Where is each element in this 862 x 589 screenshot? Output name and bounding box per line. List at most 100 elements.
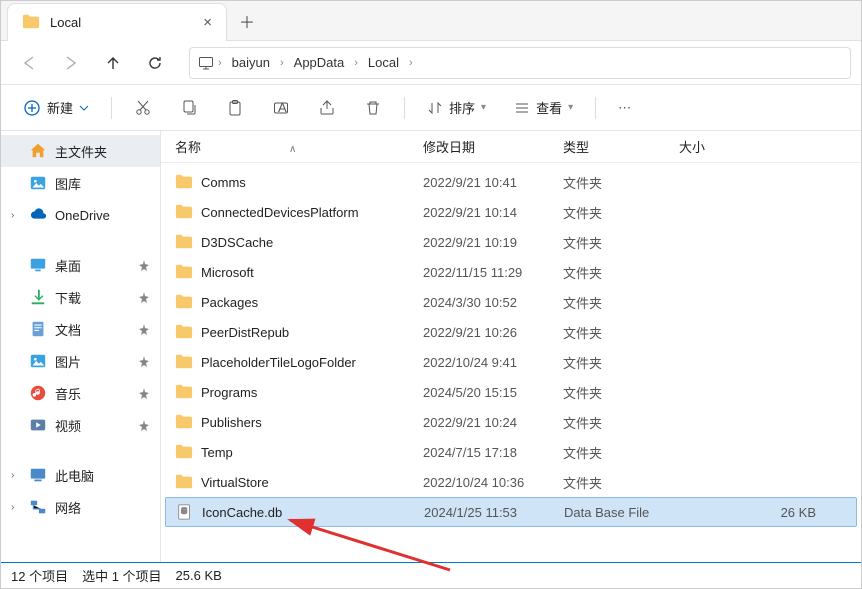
new-button[interactable]: 新建 [13, 91, 99, 125]
column-size[interactable]: 大小 [679, 137, 861, 156]
address-bar: › baiyun › AppData › Local › [1, 41, 861, 85]
breadcrumb-item[interactable]: baiyun [226, 53, 276, 72]
breadcrumb[interactable]: › baiyun › AppData › Local › [189, 47, 851, 79]
share-button[interactable] [308, 91, 346, 125]
delete-button[interactable] [354, 91, 392, 125]
file-type: 文件夹 [563, 323, 679, 342]
sidebar-item-network[interactable]: › 网络 [1, 491, 160, 523]
monitor-icon [198, 55, 214, 71]
nav-forward-button[interactable] [53, 45, 89, 81]
new-tab-button[interactable]: ＋ [227, 1, 267, 41]
folder-icon [175, 473, 193, 491]
file-type: 文件夹 [563, 473, 679, 492]
more-button[interactable]: ⋯ [608, 91, 641, 125]
sidebar-item-pinned[interactable]: 视频 [1, 409, 160, 441]
file-list[interactable]: Comms2022/9/21 10:41文件夹ConnectedDevicesP… [161, 163, 861, 562]
sidebar-item-pinned[interactable]: 下载 [1, 281, 160, 313]
sidebar-label: 图片 [55, 352, 81, 371]
folder-row[interactable]: PlaceholderTileLogoFolder 2022/10/24 9:41… [165, 347, 857, 377]
column-date[interactable]: 修改日期 [423, 137, 563, 156]
nav-refresh-button[interactable] [137, 45, 173, 81]
file-name: PlaceholderTileLogoFolder [201, 355, 356, 370]
folder-row[interactable]: Programs2024/5/20 15:15文件夹 [165, 377, 857, 407]
sidebar-item-pinned[interactable]: 桌面 [1, 249, 160, 281]
sort-button[interactable]: 排序 ▾ [417, 91, 496, 125]
folder-row[interactable]: D3DSCache2022/9/21 10:19文件夹 [165, 227, 857, 257]
sidebar-icon [29, 320, 47, 338]
pin-icon [139, 388, 150, 399]
sidebar-label: 主文件夹 [55, 142, 107, 161]
new-label: 新建 [47, 98, 73, 117]
sidebar-label: OneDrive [55, 208, 110, 223]
file-name: Temp [201, 445, 233, 460]
file-name: PeerDistRepub [201, 325, 289, 340]
nav-back-button[interactable] [11, 45, 47, 81]
breadcrumb-item[interactable]: Local [362, 53, 405, 72]
cut-button[interactable] [124, 91, 162, 125]
file-name: Microsoft [201, 265, 254, 280]
breadcrumb-item[interactable]: AppData [288, 53, 351, 72]
file-size: 26 KB [680, 505, 856, 520]
pin-icon [139, 260, 150, 271]
folder-row[interactable]: Publishers2022/9/21 10:24文件夹 [165, 407, 857, 437]
file-type: 文件夹 [563, 263, 679, 282]
folder-row[interactable]: Comms2022/9/21 10:41文件夹 [165, 167, 857, 197]
sidebar-icon [29, 256, 47, 274]
sidebar-item-gallery[interactable]: 图库 [1, 167, 160, 199]
sidebar-item-pinned[interactable]: 文档 [1, 313, 160, 345]
column-name[interactable]: 名称∧ [175, 137, 423, 156]
folder-row[interactable]: VirtualStore2022/10/24 10:36文件夹 [165, 467, 857, 497]
chevron-right-icon[interactable]: › [11, 502, 21, 513]
sidebar-icon [29, 416, 47, 434]
tab-local[interactable]: Local × [7, 3, 227, 41]
folder-icon [175, 413, 193, 431]
file-date: 2022/9/21 10:14 [423, 205, 563, 220]
folder-row[interactable]: Packages2024/3/30 10:52文件夹 [165, 287, 857, 317]
sidebar-item-onedrive[interactable]: › OneDrive [1, 199, 160, 231]
rename-button[interactable]: A [262, 91, 300, 125]
sidebar-item-pinned[interactable]: 图片 [1, 345, 160, 377]
file-type: 文件夹 [563, 203, 679, 222]
folder-icon [175, 383, 193, 401]
folder-icon [175, 323, 193, 341]
column-type[interactable]: 类型 [563, 137, 679, 156]
nav-up-button[interactable] [95, 45, 131, 81]
pin-icon [139, 420, 150, 431]
column-headers[interactable]: 名称∧ 修改日期 类型 大小 [161, 131, 861, 163]
sidebar-label: 下载 [55, 288, 81, 307]
folder-icon [175, 173, 193, 191]
sidebar-label: 文档 [55, 320, 81, 339]
status-count: 12 个项目 [11, 566, 68, 585]
file-type: 文件夹 [563, 293, 679, 312]
sidebar-item-home[interactable]: 主文件夹 [1, 135, 160, 167]
sort-label: 排序 [449, 98, 475, 117]
close-tab-icon[interactable]: × [203, 14, 212, 31]
file-date: 2022/10/24 9:41 [423, 355, 563, 370]
file-name: Packages [201, 295, 258, 310]
file-row[interactable]: IconCache.db2024/1/25 11:53Data Base Fil… [165, 497, 857, 527]
paste-button[interactable] [216, 91, 254, 125]
file-date: 2022/11/15 11:29 [423, 265, 563, 280]
sidebar-item-thispc[interactable]: › 此电脑 [1, 459, 160, 491]
folder-icon [22, 13, 40, 31]
folder-icon [175, 353, 193, 371]
chevron-right-icon: › [218, 57, 222, 69]
sidebar-icon [29, 352, 47, 370]
folder-row[interactable]: ConnectedDevicesPlatform2022/9/21 10:14文… [165, 197, 857, 227]
folder-row[interactable]: Microsoft 2022/11/15 11:29文件夹 [165, 257, 857, 287]
chevron-right-icon[interactable]: › [11, 470, 21, 481]
folder-icon [175, 263, 193, 281]
status-selection: 选中 1 个项目 [82, 566, 161, 585]
sidebar-item-pinned[interactable]: 音乐 [1, 377, 160, 409]
copy-button[interactable] [170, 91, 208, 125]
chevron-right-icon[interactable]: › [11, 210, 21, 221]
content: 名称∧ 修改日期 类型 大小 Comms2022/9/21 10:41文件夹Co… [161, 131, 861, 562]
chevron-right-icon: › [354, 57, 358, 69]
file-type: 文件夹 [563, 353, 679, 372]
sidebar-label: 桌面 [55, 256, 81, 275]
folder-row[interactable]: Temp2024/7/15 17:18文件夹 [165, 437, 857, 467]
folder-row[interactable]: PeerDistRepub2022/9/21 10:26文件夹 [165, 317, 857, 347]
sidebar-icon [29, 288, 47, 306]
view-button[interactable]: 查看 ▾ [504, 91, 583, 125]
file-type: 文件夹 [563, 443, 679, 462]
